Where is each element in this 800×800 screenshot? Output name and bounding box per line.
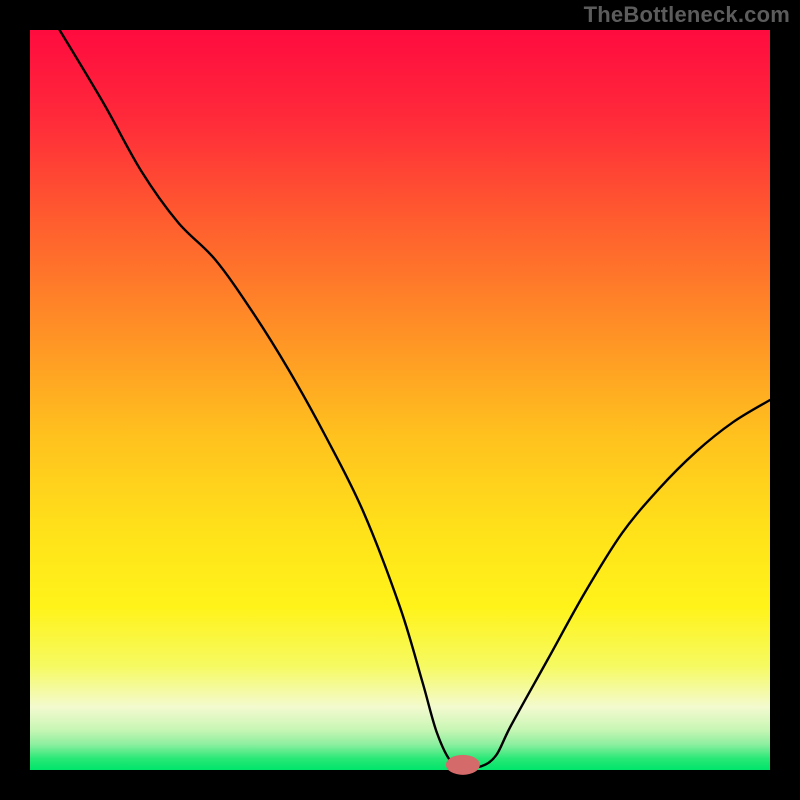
- bottleneck-curve: [60, 30, 770, 767]
- chart-frame: TheBottleneck.com: [0, 0, 800, 800]
- optimum-marker: [446, 755, 480, 775]
- chart-svg: [0, 0, 800, 800]
